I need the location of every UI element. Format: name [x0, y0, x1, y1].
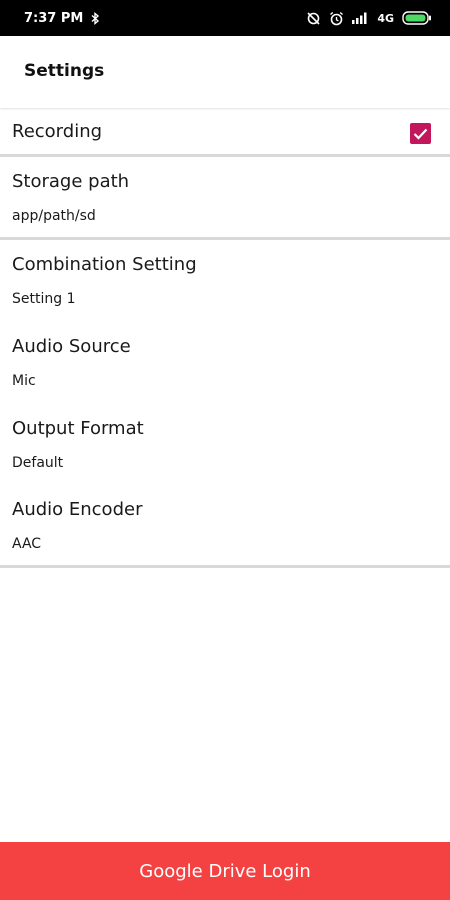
- signal-icon: [352, 12, 369, 24]
- recording-preference[interactable]: Recording: [0, 108, 450, 154]
- storage-path-title: Storage path: [12, 171, 130, 192]
- page-title: Settings: [24, 61, 105, 81]
- network-type: 4G: [377, 11, 394, 25]
- alarm-icon: [329, 11, 344, 26]
- status-bar: 7:37 PM 4G: [0, 0, 450, 36]
- audio-source-summary: Mic: [12, 373, 36, 389]
- status-right: 4G: [306, 11, 432, 26]
- output-format-preference[interactable]: Output Format Default: [0, 404, 450, 486]
- sync-off-icon: [306, 11, 321, 26]
- storage-path-preference[interactable]: Storage path app/path/sd: [0, 157, 450, 237]
- battery-icon: [402, 11, 432, 25]
- output-format-title: Output Format: [12, 418, 144, 439]
- audio-source-title: Audio Source: [12, 336, 131, 357]
- combination-setting-summary: Setting 1: [12, 291, 76, 307]
- bluetooth-icon: [91, 11, 100, 25]
- recording-checkbox[interactable]: [410, 123, 431, 144]
- storage-path-summary: app/path/sd: [12, 208, 96, 224]
- audio-encoder-preference[interactable]: Audio Encoder AAC: [0, 486, 450, 565]
- audio-encoder-summary: AAC: [12, 536, 42, 552]
- combination-setting-preference[interactable]: Combination Setting Setting 1: [0, 240, 450, 322]
- output-format-summary: Default: [12, 455, 64, 471]
- status-left: 7:37 PM: [24, 11, 100, 26]
- combination-setting-title: Combination Setting: [12, 254, 197, 275]
- status-time: 7:37 PM: [24, 10, 84, 26]
- divider: [0, 565, 450, 568]
- audio-encoder-title: Audio Encoder: [12, 499, 143, 520]
- audio-source-preference[interactable]: Audio Source Mic: [0, 322, 450, 404]
- app-bar: Settings: [0, 36, 450, 108]
- recording-title: Recording: [12, 121, 103, 142]
- check-icon: [413, 128, 428, 140]
- google-drive-login-button[interactable]: Google Drive Login: [0, 842, 450, 900]
